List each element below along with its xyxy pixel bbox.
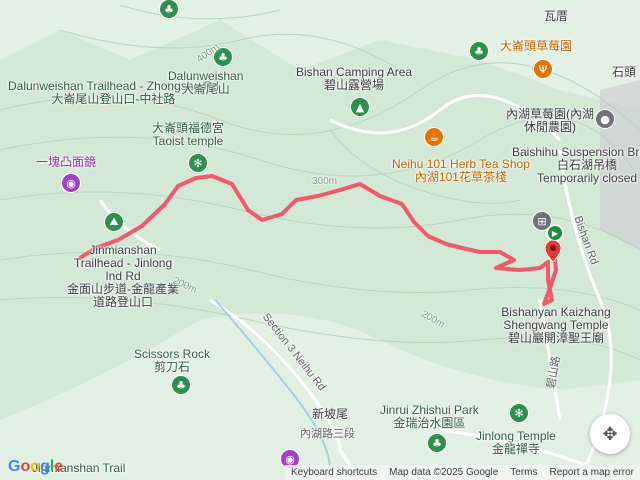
camping-icon[interactable]: ▲ (351, 98, 369, 116)
neihu-farm-label: 內湖草莓園(內湖休閒農園) (506, 107, 594, 134)
concave-mirror-label: 一塊凸面鏡 (36, 155, 97, 169)
neihu-rd-zh-label: 內湖路三段 (300, 428, 355, 440)
bishan-camping-label: Bishan Camping Area 碧山露營場 (296, 65, 413, 92)
keyboard-shortcuts-link[interactable]: Keyboard shortcuts (285, 467, 383, 478)
jinrui-park-label: Jinrui Zhishui Park 金瑞治水園區 (380, 403, 479, 430)
bridge-icon[interactable]: ⊞ (533, 212, 551, 230)
contour-label: 300m (312, 176, 338, 187)
cafe-icon[interactable]: ☕ (425, 128, 443, 146)
tree-icon[interactable]: ♣ (470, 42, 488, 60)
scissors-rock-label: Scissors Rock 剪刀石 (134, 347, 211, 374)
end-marker[interactable] (544, 239, 562, 263)
restaurant-icon[interactable]: Ψ (534, 60, 552, 78)
terms-link[interactable]: Terms (504, 467, 543, 478)
herb-tea-label: Neihu 101 Herb Tea Shop 內湖101花草茶棧 (392, 157, 530, 184)
dalunweishan-label: Dalunweishan 大崙尾山 (168, 69, 244, 96)
tree-icon[interactable]: ♣ (428, 434, 446, 452)
camera-icon[interactable]: ◉ (62, 174, 80, 192)
shiding-label: 石頭 (612, 65, 637, 79)
temple-icon[interactable]: ✻ (189, 154, 207, 172)
map-footer: Keyboard shortcuts Map data ©2025 Google… (0, 465, 640, 480)
walei-label: 瓦厝 (544, 9, 569, 23)
fude-temple-label: 大崙頭福德宮 Taoist temple (152, 121, 225, 148)
tree-icon[interactable]: ♣ (172, 376, 190, 394)
tree-icon[interactable]: ♣ (160, 0, 178, 18)
temple-icon[interactable]: ✻ (510, 404, 528, 422)
report-error-link[interactable]: Report a map error (544, 467, 640, 478)
strawberry-farm-label: 大崙頭草莓園 (500, 39, 573, 53)
jinmianshan-trailhead-label: Jinmianshan Trailhead - Jinlong Ind Rd 金… (67, 243, 179, 309)
xinpowei-label: 新坡尾 (312, 407, 349, 421)
kaizhang-temple-label: Bishanyan Kaizhang Shengwang Temple 碧山巖開… (501, 305, 611, 345)
jinlong-temple-label: Jinlong Temple 金龍禪寺 (476, 429, 556, 456)
map-data-text: Map data ©2025 Google (389, 467, 499, 478)
bridge-label: Baishihu Suspension Bridge 白石湖吊橋 Tempora… (512, 145, 640, 185)
hiking-icon[interactable]: ⛰ (105, 213, 123, 231)
place-icon[interactable]: ● (596, 110, 614, 128)
recenter-button[interactable]: ✥ (590, 414, 630, 454)
map-canvas[interactable]: ▶ ♣ ♣ ⛰ ♣ ♣ ▲ ♣ ✻ ✻ ☕ Ψ ◉ ◉ ● ⊞ Dalunwei… (0, 0, 640, 480)
